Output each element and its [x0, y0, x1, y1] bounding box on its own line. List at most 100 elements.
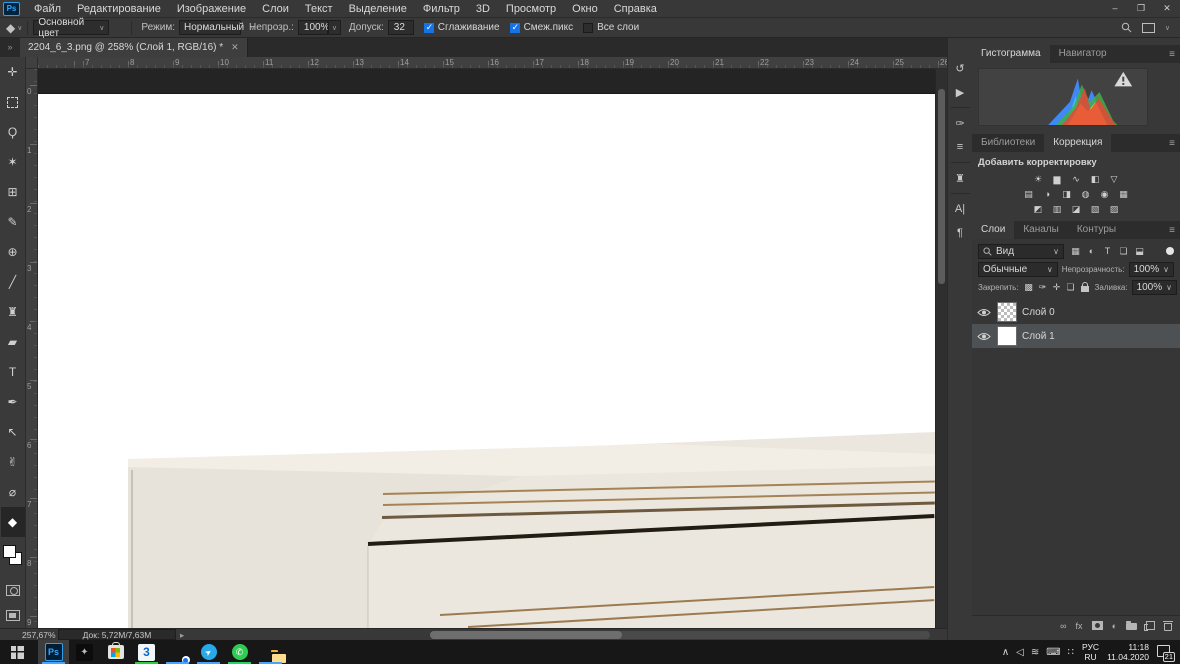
layer-filter-dropdown[interactable]: Вид ∨ [978, 243, 1064, 259]
layer-opacity-input[interactable]: 100% ∨ [1128, 261, 1174, 277]
tab-navigator[interactable]: Навигатор [1050, 45, 1116, 63]
brightness-contrast-icon[interactable]: ☀ [1031, 173, 1045, 185]
levels-icon[interactable]: ▆ [1050, 173, 1064, 185]
document-tab[interactable]: 2204_6_3.png @ 258% (Слой 1, RGB/16) * ✕ [20, 38, 248, 57]
lasso-tool[interactable]: Ϙ [1, 117, 25, 147]
filter-toggle[interactable] [1166, 247, 1174, 255]
lock-all-icon[interactable] [1079, 281, 1091, 294]
move-tool[interactable]: ✛ [1, 57, 25, 87]
clone-stamp-tool[interactable]: ♜ [1, 297, 25, 327]
new-layer-icon[interactable] [1144, 621, 1155, 631]
workspace-icon[interactable] [1141, 22, 1155, 33]
start-button[interactable] [0, 640, 34, 664]
paragraph-panel-icon[interactable]: ¶ [948, 221, 973, 245]
color-balance-icon[interactable]: ◑ [1041, 188, 1055, 200]
link-layers-icon[interactable]: ∞ [1060, 621, 1066, 631]
hue-saturation-icon[interactable]: ▤ [1022, 188, 1036, 200]
canvas[interactable] [38, 69, 935, 628]
close-button[interactable]: ✕ [1154, 0, 1180, 17]
vertical-scrollbar-thumb[interactable] [938, 89, 945, 284]
tray-app-icon[interactable]: ∷ [1068, 647, 1074, 658]
antialias-checkbox[interactable]: Сглаживание [423, 22, 500, 33]
fill-source-dropdown[interactable]: Основной цвет ∨ [33, 17, 110, 39]
panel-menu-icon[interactable]: ≡ [1169, 49, 1175, 60]
eraser-tool[interactable]: ▰ [1, 327, 25, 357]
taskbar-hp-app[interactable]: ✦ [69, 640, 100, 664]
character-panel-icon[interactable]: A| [948, 197, 973, 221]
minimize-button[interactable]: – [1102, 0, 1128, 17]
filter-smart-objects-icon[interactable]: ⬓ [1132, 245, 1147, 258]
taskbar-photoshop[interactable]: Ps [38, 640, 69, 664]
clone-source-panel-icon[interactable]: ♜ [948, 166, 973, 190]
search-icon[interactable] [1121, 22, 1132, 33]
brush-settings-panel-icon[interactable]: ≡ [948, 135, 973, 159]
paint-bucket-tool[interactable]: ◆ [0, 507, 25, 537]
horizontal-scrollbar-thumb[interactable] [430, 631, 622, 639]
quick-mask-button[interactable] [5, 585, 20, 596]
curves-icon[interactable]: ∿ [1069, 173, 1083, 185]
lock-artboard-icon[interactable]: ❏ [1065, 281, 1077, 294]
brushes-panel-icon[interactable]: ✑ [948, 111, 973, 135]
tab-paths[interactable]: Контуры [1068, 221, 1125, 239]
bucket-tool-icon[interactable]: ◆ [6, 21, 15, 35]
layer-name[interactable]: Слой 0 [1022, 307, 1055, 318]
filter-adjustment-layers-icon[interactable]: ◐ [1084, 245, 1099, 258]
tray-keyboard-icon[interactable]: ⌨ [1046, 647, 1060, 658]
delete-layer-icon[interactable] [1163, 620, 1173, 631]
menu-item[interactable]: Выделение [341, 3, 415, 15]
text-tool[interactable]: T [1, 357, 25, 387]
photo-filter-icon[interactable]: ◍ [1079, 188, 1093, 200]
tab-adjustments[interactable]: Коррекция [1044, 134, 1112, 152]
layer-visibility-eye-icon[interactable] [976, 332, 992, 341]
layer-thumbnail[interactable] [998, 303, 1016, 321]
tray-volume-icon[interactable]: ◁ [1016, 647, 1024, 658]
menu-item[interactable]: 3D [468, 3, 498, 15]
layer-fill-input[interactable]: 100% ∨ [1131, 279, 1177, 295]
pen-tool[interactable]: ✒ [1, 387, 25, 417]
close-tab-icon[interactable]: ✕ [231, 42, 239, 53]
taskbar-explorer[interactable] [255, 640, 286, 664]
path-select-tool[interactable]: ↖ [1, 417, 25, 447]
taskbar-telegram[interactable]: ➤ [193, 640, 224, 664]
layer-thumbnail[interactable] [998, 327, 1016, 345]
lock-transparency-icon[interactable]: ▩ [1023, 281, 1035, 294]
layer-visibility-eye-icon[interactable] [976, 308, 992, 317]
layer-name[interactable]: Слой 1 [1022, 331, 1055, 342]
menu-item[interactable]: Окно [564, 3, 606, 15]
tool-preset-chevron-icon[interactable]: ∨ [17, 24, 22, 32]
opacity-input[interactable]: 100% [297, 20, 329, 35]
language-indicator[interactable]: РУС RU [1082, 642, 1099, 662]
layer-style-icon[interactable]: fx [1076, 621, 1083, 631]
screen-mode-button[interactable] [5, 610, 20, 621]
menu-item[interactable]: Изображение [169, 3, 254, 15]
filter-shape-layers-icon[interactable]: ❏ [1116, 245, 1131, 258]
taskbar-app-3[interactable]: 3 [131, 640, 162, 664]
panel-menu-icon[interactable]: ≡ [1169, 138, 1175, 149]
vertical-scrollbar[interactable] [935, 69, 947, 628]
mode-dropdown[interactable]: Нормальный ∨ [178, 20, 255, 35]
zoom-level[interactable]: 257,67% [22, 630, 56, 640]
collapse-tabs-icon[interactable]: » [0, 38, 20, 57]
vibrance-icon[interactable]: ▽ [1107, 173, 1121, 185]
layer-row-1[interactable]: Слой 1 [972, 324, 1180, 348]
hand-tool[interactable]: ✌ [1, 447, 25, 477]
gradient-map-icon[interactable]: ▨ [1107, 203, 1121, 215]
new-group-icon[interactable] [1126, 621, 1137, 630]
lock-paint-icon[interactable]: ✑ [1037, 281, 1049, 294]
restore-button[interactable]: ❒ [1128, 0, 1154, 17]
notification-center-icon[interactable]: 21 [1157, 644, 1175, 662]
tolerance-input[interactable]: 32 [387, 20, 414, 35]
magic-wand-tool[interactable]: ✶ [1, 147, 25, 177]
filter-pixel-layers-icon[interactable]: ▦ [1068, 245, 1083, 258]
menu-item[interactable]: Справка [606, 3, 665, 15]
posterize-icon[interactable]: ▥ [1050, 203, 1064, 215]
menu-item[interactable]: Текст [297, 3, 341, 15]
zoom-tool[interactable]: ⌀ [1, 477, 25, 507]
tab-histogram[interactable]: Гистограмма [972, 45, 1050, 63]
horizontal-scrollbar[interactable] [430, 631, 930, 639]
black-white-icon[interactable]: ◨ [1060, 188, 1074, 200]
crop-tool[interactable]: ⊞ [1, 177, 25, 207]
selective-color-icon[interactable]: ▧ [1088, 203, 1102, 215]
color-lookup-icon[interactable]: ▦ [1117, 188, 1131, 200]
tab-libraries[interactable]: Библиотеки [972, 134, 1044, 152]
